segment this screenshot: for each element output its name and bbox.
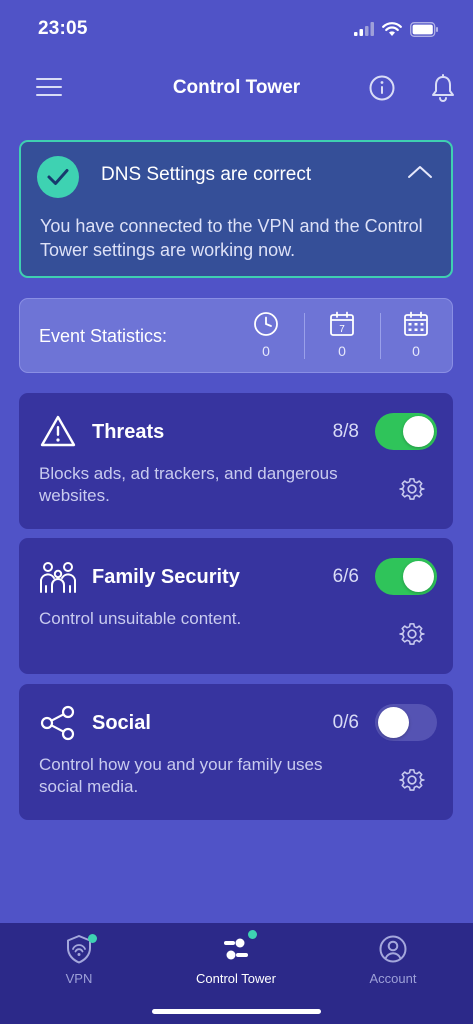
stat-divider — [304, 313, 305, 359]
toggle-knob — [403, 416, 434, 447]
category-title: Family Security — [92, 566, 240, 588]
dns-status-card: DNS Settings are correct You have connec… — [19, 140, 453, 278]
family-security-toggle[interactable] — [375, 558, 437, 595]
status-icons — [354, 21, 439, 37]
vpn-badge-dot — [88, 934, 97, 943]
tab-control-tower[interactable]: Control Tower — [161, 930, 311, 986]
tab-label: VPN — [65, 971, 93, 986]
hamburger-menu-icon[interactable] — [36, 76, 62, 98]
share-icon — [39, 704, 77, 742]
clock-icon — [254, 312, 278, 336]
tab-vpn[interactable]: VPN — [4, 933, 154, 986]
vpn-shield-icon — [63, 933, 97, 965]
check-circle-icon — [37, 156, 79, 198]
account-icon — [377, 933, 409, 965]
category-card-family-security[interactable]: Family Security 6/6 Control unsuitable c… — [19, 538, 453, 674]
category-card-threats[interactable]: Threats 8/8 Blocks ads, ad trackers, and… — [19, 393, 453, 529]
category-description: Control unsuitable content. — [39, 609, 242, 628]
stat-divider — [380, 313, 381, 359]
stat-month-value: 0 — [412, 343, 420, 359]
category-count: 8/8 — [332, 421, 359, 442]
stat-today: 0 — [241, 311, 291, 359]
page-title: Control Tower — [172, 77, 301, 98]
wifi-icon — [382, 21, 402, 36]
threats-toggle[interactable] — [375, 413, 437, 450]
tab-account[interactable]: Account — [318, 933, 468, 986]
dns-status-title: DNS Settings are correct — [101, 164, 312, 185]
calendar-day-icon: 7 — [330, 311, 354, 336]
stat-today-value: 0 — [262, 343, 270, 359]
category-description: Blocks ads, ad trackers, and dangerous w… — [39, 464, 338, 505]
stat-week-value: 0 — [338, 343, 346, 359]
family-icon — [39, 558, 77, 596]
gear-icon[interactable] — [399, 621, 425, 647]
category-card-social[interactable]: Social 0/6 Control how you and your fami… — [19, 684, 453, 820]
signal-icon — [354, 22, 374, 36]
battery-icon — [410, 21, 438, 37]
calendar-day-number: 7 — [339, 324, 345, 335]
bell-icon[interactable] — [429, 73, 457, 103]
category-description: Control how you and your family uses soc… — [39, 755, 323, 796]
calendar-month-icon — [404, 311, 428, 336]
category-title: Social — [92, 712, 151, 734]
status-bar: 23:05 — [0, 0, 473, 58]
event-statistics-label: Event Statistics: — [39, 326, 168, 346]
gear-icon[interactable] — [399, 767, 425, 793]
category-count: 6/6 — [332, 566, 359, 587]
gear-icon[interactable] — [399, 476, 425, 502]
warning-triangle-icon — [39, 413, 77, 451]
stat-week: 7 0 — [317, 311, 367, 359]
toggle-knob — [403, 561, 434, 592]
category-title: Threats — [92, 421, 165, 443]
control-tower-icon — [220, 930, 257, 965]
tab-label: Control Tower — [196, 971, 276, 986]
chevron-up-icon[interactable] — [405, 162, 435, 182]
header: Control Tower — [0, 62, 473, 114]
social-toggle[interactable] — [375, 704, 437, 741]
event-statistics-card: Event Statistics: 0 7 0 0 — [19, 298, 453, 373]
status-time: 23:05 — [38, 18, 88, 39]
stat-month: 0 — [391, 311, 441, 359]
category-count: 0/6 — [332, 712, 359, 733]
tab-label: Account — [369, 971, 417, 986]
home-indicator — [152, 1009, 321, 1014]
control-tower-badge-dot — [248, 930, 257, 939]
info-icon[interactable] — [368, 74, 396, 102]
dns-status-message: You have connected to the VPN and the Co… — [40, 216, 423, 260]
toggle-knob — [378, 707, 409, 738]
